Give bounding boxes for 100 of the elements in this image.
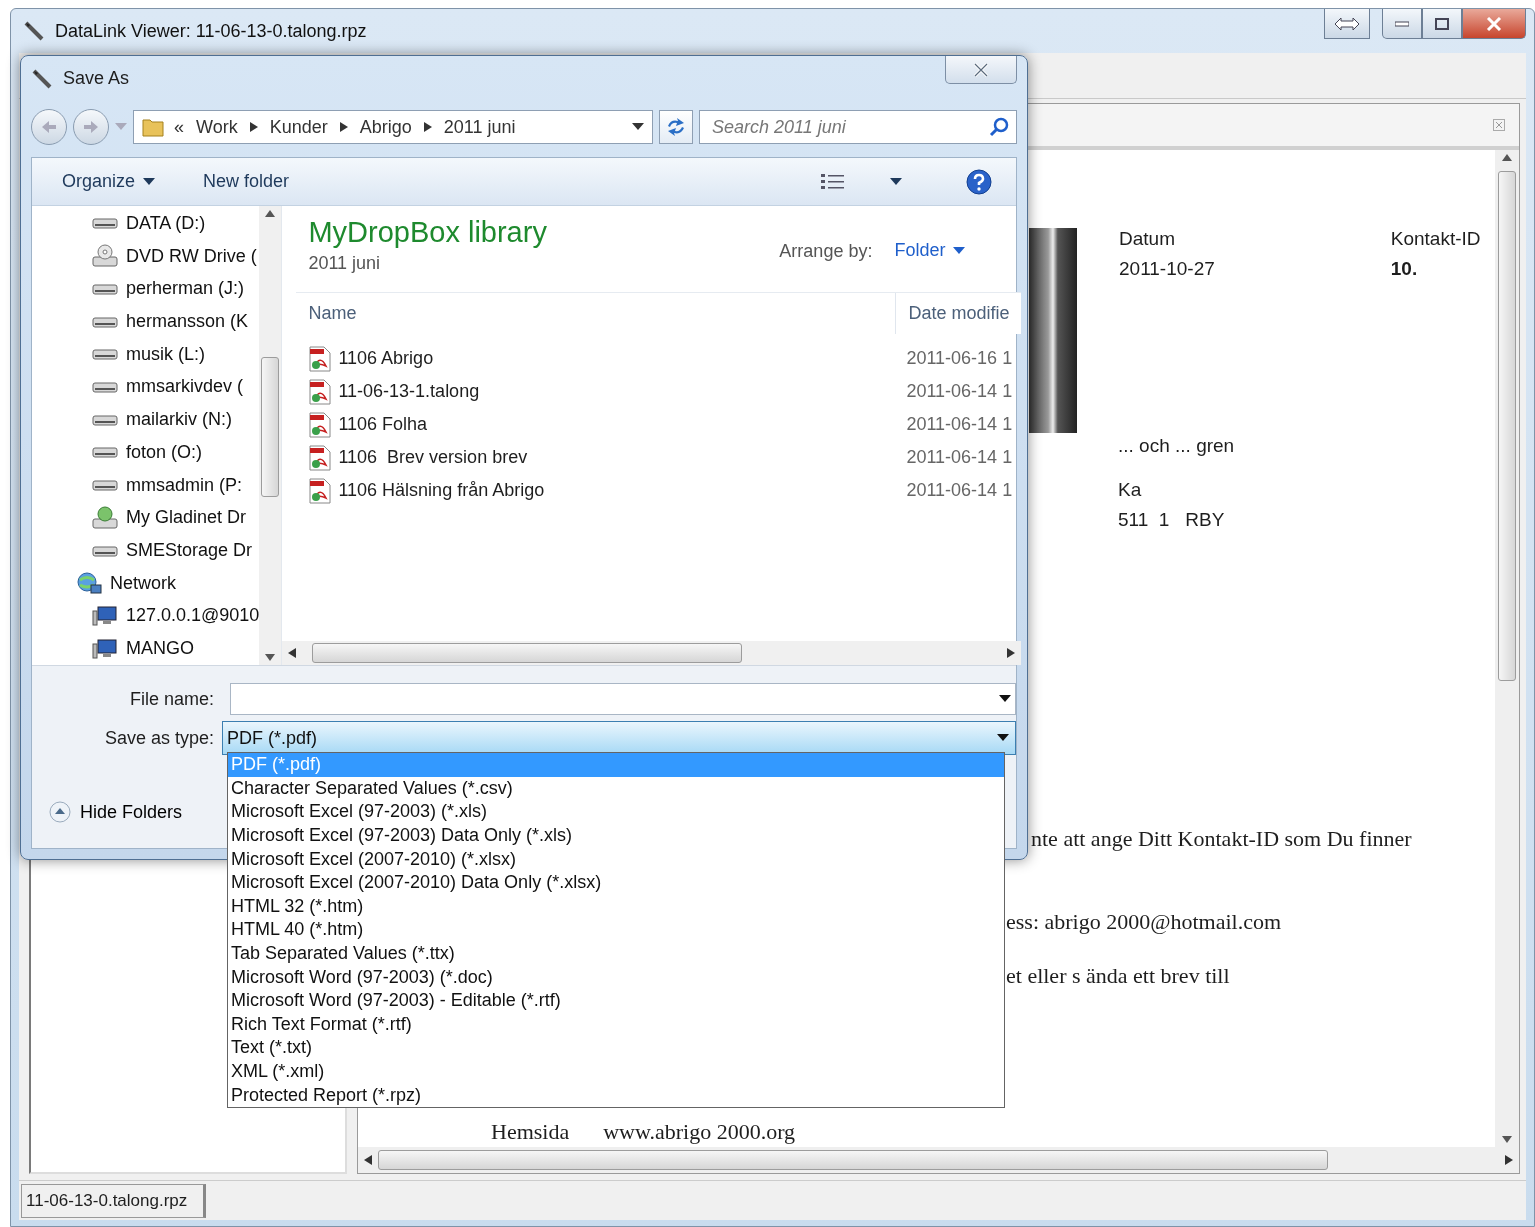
caret-down-icon (143, 177, 156, 186)
file-date: 2011-06-14 1 (906, 381, 1013, 402)
caret-down-icon (953, 246, 966, 255)
pdf-file-icon (308, 345, 333, 372)
swap-button[interactable] (1324, 9, 1370, 39)
letter-text: ess: abrigo 2000@hotmail.com (1006, 909, 1282, 935)
close-button[interactable] (1462, 9, 1526, 39)
footer-label: Hemsida (491, 1119, 570, 1145)
breadcrumb-item[interactable]: Abrigo (357, 116, 414, 138)
history-caret-icon (115, 123, 127, 131)
horizontal-scrollbar[interactable] (282, 641, 1022, 665)
file-date: 2011-06-14 1 (906, 447, 1013, 468)
breadcrumb-item[interactable]: Kunder (267, 116, 330, 138)
dialog-title: Save As (63, 68, 131, 89)
minimize-button[interactable] (1382, 9, 1422, 39)
breadcrumb-item[interactable]: Work (194, 116, 240, 138)
nav-tree-item[interactable]: mmsarkivdev ( (32, 370, 260, 404)
dropdown-caret-icon (632, 123, 644, 131)
view-caret-icon (890, 177, 902, 186)
scrollbar-thumb[interactable] (378, 1150, 1328, 1170)
computer-icon (92, 637, 118, 660)
scroll-down-icon (1502, 1136, 1512, 1143)
nav-tree-item[interactable]: DVD RW Drive ( (32, 239, 260, 273)
nav-tree-item[interactable]: Network (32, 566, 260, 600)
letter-text: nte att ange Ditt Kontakt-ID som Du finner (1031, 826, 1412, 852)
file-name-label: File name: (128, 688, 215, 710)
double-arrow-icon (1334, 16, 1360, 31)
scroll-left-icon (288, 648, 297, 658)
file-row[interactable]: 1106 Abrigo 2011-06-16 1 (282, 342, 1022, 375)
pdf-file-icon (308, 378, 333, 405)
file-date: 2011-06-14 1 (906, 480, 1013, 501)
breadcrumb-item[interactable]: 2011 juni (441, 116, 518, 138)
library-title: MyDropBox library (308, 216, 548, 249)
close-icon (1486, 16, 1502, 31)
window-title: DataLink Viewer: 11-06-13-0.talong.rpz (55, 20, 368, 42)
back-button[interactable] (31, 109, 67, 145)
forward-button[interactable] (73, 109, 109, 145)
scroll-left-icon (364, 1155, 372, 1165)
address-bar[interactable]: « Work Kunder Abrigo 2011 juni (133, 110, 653, 144)
save-type-dropdown[interactable]: PDF (*.pdf) (222, 721, 1016, 755)
refresh-icon (665, 118, 687, 136)
footer-url: www.abrigo 2000.org (603, 1119, 796, 1145)
toolbar-button[interactable]: New folder (199, 167, 294, 196)
network-globe-icon (76, 571, 102, 596)
vertical-scrollbar[interactable] (259, 206, 282, 665)
file-row[interactable]: 1106 Hälsning från Abrigo 2011-06-14 1 (282, 474, 1022, 507)
contact-id-value: 10. (1390, 258, 1419, 280)
breadcrumb-arrow-icon (249, 122, 258, 132)
forward-arrow-icon (83, 120, 99, 134)
file-row[interactable]: 11-06-13-1.talong 2011-06-14 1 (282, 375, 1022, 408)
date-value: 2011-10-27 (1119, 258, 1215, 280)
nav-tree-item[interactable]: perherman (J:) (32, 272, 260, 306)
nav-tree-item[interactable]: DATA (D:) (32, 207, 260, 240)
drive-icon (92, 346, 118, 363)
scrollbar-thumb[interactable] (261, 357, 280, 497)
address-line: 511 1 RBY (1118, 509, 1226, 531)
nav-tree-item[interactable]: SMEStorage Dr (32, 534, 260, 567)
status-text: 11-06-13-0.talong.rpz (21, 1183, 207, 1218)
nav-tree-item[interactable]: mmsadmin (P: (32, 468, 260, 502)
close-icon (1493, 119, 1505, 131)
refresh-button[interactable] (659, 110, 693, 144)
list-view-icon (820, 171, 846, 192)
contact-id-label: Kontakt-ID (1390, 228, 1481, 250)
hide-folders-button[interactable]: Hide Folders (46, 798, 185, 826)
letter-text: et eller s ända ett brev till (1006, 963, 1230, 989)
nav-tree-item[interactable]: My Gladinet Dr (32, 501, 260, 535)
nav-tree-item[interactable]: musik (L:) (32, 337, 260, 371)
computer-icon (92, 605, 118, 627)
search-field[interactable]: Search 2011 juni (699, 110, 1017, 144)
file-row[interactable]: 1106 Brev version brev 2011-06-14 1 (282, 441, 1022, 474)
address-line: Ka (1118, 479, 1143, 501)
maximize-button[interactable] (1422, 9, 1462, 39)
scroll-up-icon (265, 210, 276, 217)
file-date: 2011-06-14 1 (906, 414, 1013, 435)
pen-tool-icon (31, 67, 53, 90)
nav-tree-item[interactable]: mailarkiv (N:) (32, 403, 260, 437)
close-button[interactable] (945, 56, 1017, 84)
file-date: 2011-06-16 1 (906, 348, 1013, 369)
library-subtitle: 2011 juni (308, 253, 382, 274)
scrollbar-thumb[interactable] (312, 643, 743, 663)
file-name: 1106 Brev version brev (338, 447, 529, 468)
file-row[interactable]: 1106 Folha 2011-06-14 1 (282, 408, 1022, 441)
breadcrumb-arrow-icon (423, 122, 432, 132)
address-line: ... och ... gren (1118, 435, 1236, 457)
date-label: Datum (1119, 228, 1176, 250)
organize-menu[interactable]: Organize (58, 167, 160, 196)
file-name: 1106 Folha (338, 414, 429, 435)
search-icon (989, 117, 1009, 137)
pdf-file-icon (308, 444, 333, 471)
overflow-chevron[interactable]: « (174, 116, 184, 138)
arrange-dropdown[interactable]: Folder (892, 238, 968, 263)
dropdown-caret-icon (999, 695, 1011, 703)
nav-tree-item[interactable]: hermansson (K (32, 305, 260, 338)
dropdown-caret-icon (997, 734, 1009, 742)
file-name-field[interactable] (230, 683, 1016, 715)
scrollbar-thumb[interactable] (1498, 171, 1516, 681)
nav-tree-item[interactable]: 127.0.0.1@9010 (32, 599, 260, 633)
nav-tree-item[interactable]: foton (O:) (32, 436, 260, 469)
drive-icon (92, 444, 118, 461)
nav-tree-item[interactable]: MANGO (32, 632, 260, 665)
